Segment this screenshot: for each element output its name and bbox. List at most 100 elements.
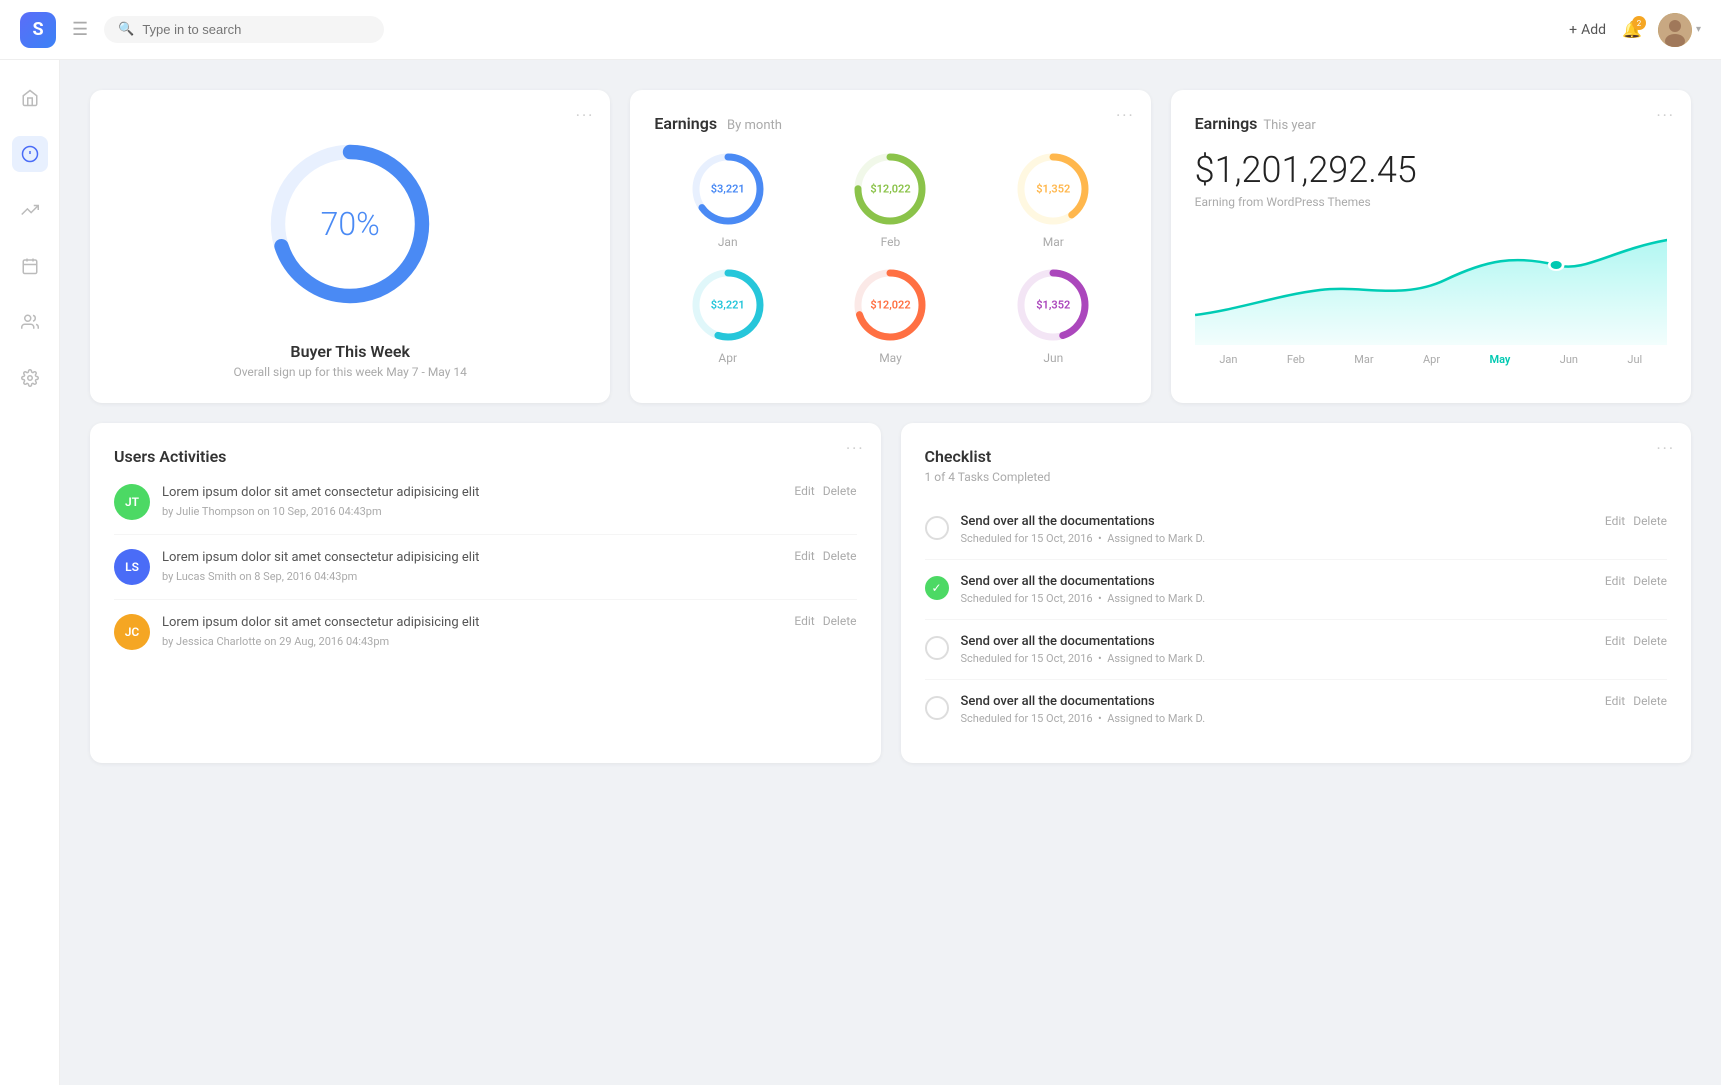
earnings-month-subtitle: By month <box>727 118 782 133</box>
activity-item: LS Lorem ipsum dolor sit amet consectetu… <box>114 535 857 600</box>
topbar: S ☰ 🔍 + Add 🔔 2 ▾ <box>0 0 1721 60</box>
checklist-edit-link[interactable]: Edit <box>1605 574 1625 588</box>
check-circle[interactable] <box>925 516 949 540</box>
mini-month-label: Mar <box>1043 235 1064 249</box>
checklist-menu[interactable]: ··· <box>1656 439 1675 458</box>
menu-icon[interactable]: ☰ <box>72 19 88 40</box>
month-item-jan: $3,221 Jan <box>654 149 801 249</box>
checklist-item-meta: Scheduled for 15 Oct, 2016 • Assigned to… <box>961 592 1605 605</box>
earnings-month-menu[interactable]: ··· <box>1116 106 1135 125</box>
buyer-card: ··· 70% Buyer This Week Overall sign up … <box>90 90 610 403</box>
search-bar: 🔍 <box>104 16 384 43</box>
sidebar-item-users[interactable] <box>12 304 48 340</box>
mini-donut: $12,022 <box>850 265 930 345</box>
checklist-delete-link[interactable]: Delete <box>1633 514 1667 528</box>
activities-menu[interactable]: ··· <box>846 439 865 458</box>
checklist-item-title: Send over all the documentations <box>961 694 1605 709</box>
checklist-edit-link[interactable]: Edit <box>1605 694 1625 708</box>
add-button[interactable]: + Add <box>1569 22 1606 38</box>
activity-content: Lorem ipsum dolor sit amet consectetur a… <box>162 614 794 648</box>
checklist-title: Checklist <box>925 447 1668 466</box>
mini-month-label: May <box>879 351 902 365</box>
checklist-item-meta: Scheduled for 15 Oct, 2016 • Assigned to… <box>961 532 1605 545</box>
activity-avatar: JC <box>114 614 150 650</box>
check-circle[interactable] <box>925 696 949 720</box>
delete-link[interactable]: Delete <box>823 614 857 628</box>
mini-donut: $3,221 <box>688 265 768 345</box>
activity-avatar: JT <box>114 484 150 520</box>
activity-content: Lorem ipsum dolor sit amet consectetur a… <box>162 549 794 583</box>
edit-link[interactable]: Edit <box>794 549 814 563</box>
mini-donut-value: $3,221 <box>711 183 745 196</box>
mini-donut: $1,352 <box>1013 265 1093 345</box>
earnings-year-menu[interactable]: ··· <box>1656 106 1675 125</box>
mini-month-label: Apr <box>718 351 737 365</box>
notification-badge: 2 <box>1632 16 1646 30</box>
sidebar-item-calendar[interactable] <box>12 248 48 284</box>
edit-link[interactable]: Edit <box>794 614 814 628</box>
user-menu[interactable]: ▾ <box>1658 13 1701 47</box>
sidebar-item-analytics[interactable] <box>12 192 48 228</box>
bottom-row: ··· Users Activities JT Lorem ipsum dolo… <box>90 423 1691 763</box>
checklist-progress: 1 of 4 Tasks Completed <box>925 470 1668 484</box>
buyer-subtitle: Overall sign up for this week May 7 - Ma… <box>233 365 466 379</box>
main-content: ··· 70% Buyer This Week Overall sign up … <box>60 60 1721 1085</box>
sidebar-item-home[interactable] <box>12 80 48 116</box>
checklist-edit-link[interactable]: Edit <box>1605 514 1625 528</box>
month-item-apr: $3,221 Apr <box>654 265 801 365</box>
checklist-delete-link[interactable]: Delete <box>1633 634 1667 648</box>
chart-label-jun: Jun <box>1560 353 1578 366</box>
chart-label-jan: Jan <box>1219 353 1237 366</box>
mini-donut: $12,022 <box>850 149 930 229</box>
checklist-actions: Edit Delete <box>1605 514 1667 528</box>
month-item-may: $12,022 May <box>817 265 964 365</box>
checklist-content: Send over all the documentations Schedul… <box>961 694 1605 725</box>
delete-link[interactable]: Delete <box>823 484 857 498</box>
search-icon: 🔍 <box>118 22 134 37</box>
mini-month-label: Jan <box>718 235 738 249</box>
activity-actions: Edit Delete <box>794 549 856 563</box>
activity-meta: by Lucas Smith on 8 Sep, 2016 04:43pm <box>162 570 794 583</box>
checklist-item: ✓ Send over all the documentations Sched… <box>925 560 1668 620</box>
chart-label-may: May <box>1489 353 1510 366</box>
buyer-card-menu[interactable]: ··· <box>576 106 595 125</box>
earnings-description: Earning from WordPress Themes <box>1195 195 1667 209</box>
checklist-edit-link[interactable]: Edit <box>1605 634 1625 648</box>
checklist-actions: Edit Delete <box>1605 574 1667 588</box>
delete-link[interactable]: Delete <box>823 549 857 563</box>
sidebar-item-settings[interactable] <box>12 360 48 396</box>
checklist-actions: Edit Delete <box>1605 634 1667 648</box>
topbar-right: + Add 🔔 2 ▾ <box>1569 13 1701 47</box>
month-item-feb: $12,022 Feb <box>817 149 964 249</box>
search-input[interactable] <box>142 22 370 37</box>
checklist-card: ··· Checklist 1 of 4 Tasks Completed Sen… <box>901 423 1692 763</box>
mini-donut-value: $1,352 <box>1036 299 1070 312</box>
checklist-item-title: Send over all the documentations <box>961 514 1605 529</box>
mini-donut: $3,221 <box>688 149 768 229</box>
activities-title: Users Activities <box>114 447 857 466</box>
notification-icon[interactable]: 🔔 2 <box>1622 20 1642 39</box>
sidebar-item-earnings[interactable] <box>12 136 48 172</box>
users-activities-card: ··· Users Activities JT Lorem ipsum dolo… <box>90 423 881 763</box>
checklist-content: Send over all the documentations Schedul… <box>961 514 1605 545</box>
activity-actions: Edit Delete <box>794 614 856 628</box>
earnings-month-title: Earnings <box>654 114 717 133</box>
earnings-year-title: Earnings <box>1195 114 1258 133</box>
activity-text: Lorem ipsum dolor sit amet consectetur a… <box>162 484 794 502</box>
chevron-down-icon: ▾ <box>1696 24 1701 35</box>
check-circle[interactable]: ✓ <box>925 576 949 600</box>
checklist-delete-link[interactable]: Delete <box>1633 694 1667 708</box>
activity-meta: by Jessica Charlotte on 29 Aug, 2016 04:… <box>162 635 794 648</box>
checklist-content: Send over all the documentations Schedul… <box>961 634 1605 665</box>
mini-donut-value: $1,352 <box>1036 183 1070 196</box>
edit-link[interactable]: Edit <box>794 484 814 498</box>
earnings-chart <box>1195 225 1667 345</box>
checklist-item: Send over all the documentations Schedul… <box>925 620 1668 680</box>
checklist-item: Send over all the documentations Schedul… <box>925 500 1668 560</box>
check-circle[interactable] <box>925 636 949 660</box>
monthly-grid: $3,221 Jan $12,022 Feb $1,352 Mar $ <box>654 149 1126 365</box>
sidebar <box>0 60 60 1085</box>
checklist-delete-link[interactable]: Delete <box>1633 574 1667 588</box>
month-item-jun: $1,352 Jun <box>980 265 1127 365</box>
activity-item: JC Lorem ipsum dolor sit amet consectetu… <box>114 600 857 664</box>
